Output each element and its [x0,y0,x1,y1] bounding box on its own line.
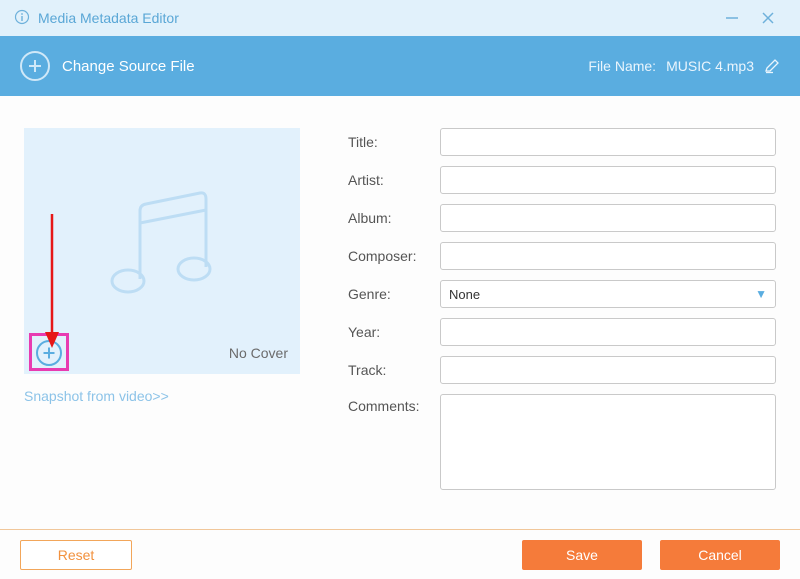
info-icon [14,9,30,28]
track-label: Track: [348,362,432,378]
year-label: Year: [348,324,432,340]
artist-label: Artist: [348,172,432,188]
minimize-button[interactable] [714,0,750,36]
genre-select[interactable]: None ▼ [440,280,776,308]
no-cover-label: No Cover [229,345,288,361]
reset-button[interactable]: Reset [20,540,132,570]
content-area: No Cover Snapshot from video>> Title: Ar… [0,96,800,529]
album-label: Album: [348,210,432,226]
cover-panel: No Cover Snapshot from video>> [24,128,300,529]
title-input[interactable] [440,128,776,156]
title-label: Title: [348,134,432,150]
close-button[interactable] [750,0,786,36]
titlebar: Media Metadata Editor [0,0,800,36]
track-input[interactable] [440,356,776,384]
add-cover-button[interactable] [36,340,62,366]
file-name-value: MUSIC 4.mp3 [666,58,754,74]
artist-input[interactable] [440,166,776,194]
genre-label: Genre: [348,286,432,302]
save-button[interactable]: Save [522,540,642,570]
composer-input[interactable] [440,242,776,270]
file-name-label: File Name: [588,58,656,74]
app-title: Media Metadata Editor [38,10,179,26]
year-input[interactable] [440,318,776,346]
comments-input[interactable] [440,394,776,490]
file-name-group: File Name: MUSIC 4.mp3 [588,58,780,74]
footer: Reset Save Cancel [0,529,800,579]
change-source-button[interactable]: Change Source File [20,51,195,81]
change-source-label: Change Source File [62,58,195,75]
cover-preview: No Cover [24,128,300,374]
plus-icon [20,51,50,81]
metadata-form: Title: Artist: Album: Composer: Genre: N… [348,128,776,529]
edit-filename-button[interactable] [764,58,780,74]
composer-label: Composer: [348,248,432,264]
genre-value: None [449,287,480,302]
album-input[interactable] [440,204,776,232]
cancel-button[interactable]: Cancel [660,540,780,570]
chevron-down-icon: ▼ [755,287,767,301]
toolbar: Change Source File File Name: MUSIC 4.mp… [0,36,800,96]
comments-label: Comments: [348,394,432,414]
snapshot-from-video-link[interactable]: Snapshot from video>> [24,388,300,404]
music-note-icon [92,179,232,324]
